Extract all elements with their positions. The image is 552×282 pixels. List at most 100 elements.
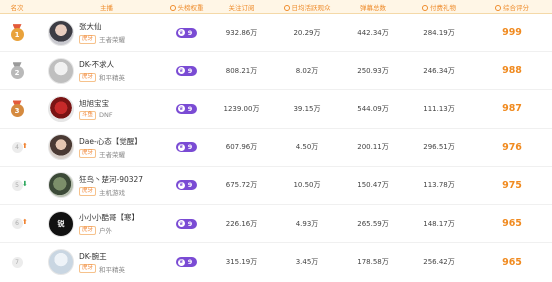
table-row[interactable]: 1 张大仙 虎牙 王者荣耀 ♛ 9 932.86万 20.29万 442.34万 2… [0, 14, 552, 53]
followers-value: 315.19万 [225, 258, 258, 267]
rank-cell: 4 ⬆ [0, 129, 34, 166]
paid-value: 148.17万 [423, 219, 455, 228]
anchor-name[interactable]: DK-腕王 [79, 251, 125, 262]
score-value: 975 [502, 179, 522, 191]
rank-cell: 2 [0, 52, 34, 89]
col-anchor[interactable]: 主播 [34, 2, 164, 12]
info-icon [283, 4, 290, 11]
weight-badge: ♛ 9 [164, 65, 209, 76]
table-row[interactable]: 7 DK-腕王 虎牙 和平精英 ♛ 9 315.19万 3.45万 178.58万 … [0, 243, 552, 281]
table-row[interactable]: 2 DK-不求人 虎牙 和平精英 ♛ 9 808.21万 8.02万 250.93万… [0, 52, 552, 91]
followers-value: 932.86万 [225, 28, 258, 37]
rank-number: 7 [11, 256, 23, 268]
category-label: 主机游戏 [99, 188, 126, 197]
crown-icon: ♛ [177, 105, 185, 113]
score-value: 965 [502, 256, 522, 268]
followers-value: 226.16万 [225, 219, 258, 228]
anchor-name[interactable]: 狂鸟丶楚河-90327 [79, 174, 143, 185]
crown-icon: ♛ [177, 220, 185, 228]
rank-number: 4 [11, 141, 23, 153]
danmu-value: 200.11万 [357, 143, 389, 152]
crown-icon: ♛ [177, 67, 185, 75]
col-danmu[interactable]: 弹幕总数 [340, 2, 406, 12]
avatar[interactable] [48, 95, 74, 122]
crown-icon: ♛ [177, 258, 185, 266]
table-row[interactable]: 3 旭旭宝宝 斗鱼 DNF ♛ 9 1239.00万 39.15万 544.09万 … [0, 90, 552, 129]
col-avg[interactable]: 日均活跃观众 [274, 2, 340, 12]
danmu-value: 544.09万 [357, 104, 389, 113]
rank-cell: 7 [0, 243, 34, 281]
avatar[interactable] [48, 134, 74, 161]
anchor-cell[interactable]: 锐 小小小酷哥【寒】 虎牙 户外 [34, 210, 164, 237]
weight-badge: ♛ 9 [164, 103, 209, 114]
arrow-up-icon: ⬆ [22, 141, 28, 150]
avatar[interactable] [48, 57, 74, 84]
danmu-value: 265.59万 [357, 219, 389, 228]
col-weight[interactable]: 头榜权重 [164, 2, 209, 12]
avatar[interactable] [48, 249, 74, 276]
category-label: 王者荣耀 [99, 150, 126, 159]
danmu-value: 178.58万 [357, 258, 389, 267]
anchor-cell[interactable]: DK-不求人 虎牙 和平精英 [34, 57, 164, 84]
avatar[interactable] [48, 172, 74, 199]
table-row[interactable]: 4 ⬆ Dae-心态【觉醒】 虎牙 王者荣耀 ♛ 9 607.96万 4.50万 2… [0, 129, 552, 167]
rank-cell: 3 [0, 90, 34, 127]
rank-cell: 5 ⬇ [0, 167, 34, 204]
crown-icon: ♛ [177, 143, 185, 151]
table-row[interactable]: 5 ⬇ 狂鸟丶楚河-90327 虎牙 主机游戏 ♛ 9 675.72万 10.50万… [0, 167, 552, 205]
bronze-medal-icon: 3 [10, 100, 25, 118]
avg-value: 8.02万 [295, 66, 319, 75]
score-value: 988 [502, 65, 522, 77]
danmu-value: 442.34万 [357, 28, 389, 37]
avatar[interactable]: 锐 [48, 210, 74, 237]
weight-badge: ♛ 9 [164, 142, 209, 153]
weight-badge: ♛ 9 [164, 180, 209, 191]
arrow-up-icon: ⬆ [22, 217, 28, 226]
category-label: 和平精英 [99, 265, 126, 274]
anchor-cell[interactable]: 张大仙 虎牙 王者荣耀 [34, 19, 164, 46]
paid-value: 296.51万 [423, 143, 455, 152]
platform-badge: 虎牙 [79, 187, 97, 197]
ranking-table: 名次 主播 头榜权重 关注订阅 日均活跃观众 弹幕总数 付费礼物 综合评分 1 … [0, 0, 552, 282]
rank-cell: 1 [0, 14, 34, 51]
col-score[interactable]: 综合评分 [472, 2, 552, 12]
category-label: 和平精英 [99, 74, 126, 83]
followers-value: 607.96万 [225, 143, 258, 152]
gold-medal-icon: 1 [10, 24, 25, 42]
weight-badge: ♛ 9 [164, 257, 209, 268]
anchor-name[interactable]: DK-不求人 [79, 59, 125, 70]
danmu-value: 150.47万 [357, 181, 389, 190]
avg-value: 3.45万 [295, 258, 319, 267]
anchor-cell[interactable]: Dae-心态【觉醒】 虎牙 王者荣耀 [34, 134, 164, 161]
anchor-name[interactable]: 小小小酷哥【寒】 [79, 212, 139, 223]
col-followers[interactable]: 关注订阅 [209, 2, 274, 12]
platform-badge: 虎牙 [79, 34, 97, 44]
paid-value: 246.34万 [423, 66, 455, 75]
anchor-name[interactable]: 旭旭宝宝 [79, 98, 113, 109]
col-score-label: 综合评分 [503, 3, 529, 12]
avatar[interactable] [48, 19, 74, 46]
platform-badge: 虎牙 [79, 225, 97, 235]
anchor-name[interactable]: Dae-心态【觉醒】 [79, 136, 142, 147]
anchor-cell[interactable]: DK-腕王 虎牙 和平精英 [34, 249, 164, 276]
paid-value: 256.42万 [423, 258, 455, 267]
rank-cell: 6 ⬆ [0, 205, 34, 242]
crown-icon: ♛ [177, 29, 185, 37]
anchor-name[interactable]: 张大仙 [79, 21, 125, 32]
table-row[interactable]: 6 ⬆ 锐 小小小酷哥【寒】 虎牙 户外 ♛ 9 226.16万 4.93万 265… [0, 205, 552, 244]
followers-value: 675.72万 [225, 181, 258, 190]
col-paid-label: 付费礼物 [430, 3, 456, 12]
paid-value: 284.19万 [423, 28, 455, 37]
followers-value: 808.21万 [225, 66, 258, 75]
anchor-cell[interactable]: 狂鸟丶楚河-90327 虎牙 主机游戏 [34, 172, 164, 199]
crown-icon: ♛ [177, 181, 185, 189]
table-header: 名次 主播 头榜权重 关注订阅 日均活跃观众 弹幕总数 付费礼物 综合评分 [0, 0, 552, 14]
info-icon [495, 4, 501, 11]
platform-badge: 虎牙 [79, 264, 97, 274]
paid-value: 111.13万 [423, 104, 455, 113]
anchor-cell[interactable]: 旭旭宝宝 斗鱼 DNF [34, 95, 164, 122]
col-rank[interactable]: 名次 [0, 2, 34, 12]
col-paid[interactable]: 付费礼物 [406, 2, 472, 12]
avg-value: 39.15万 [293, 104, 321, 113]
info-icon [169, 4, 176, 11]
